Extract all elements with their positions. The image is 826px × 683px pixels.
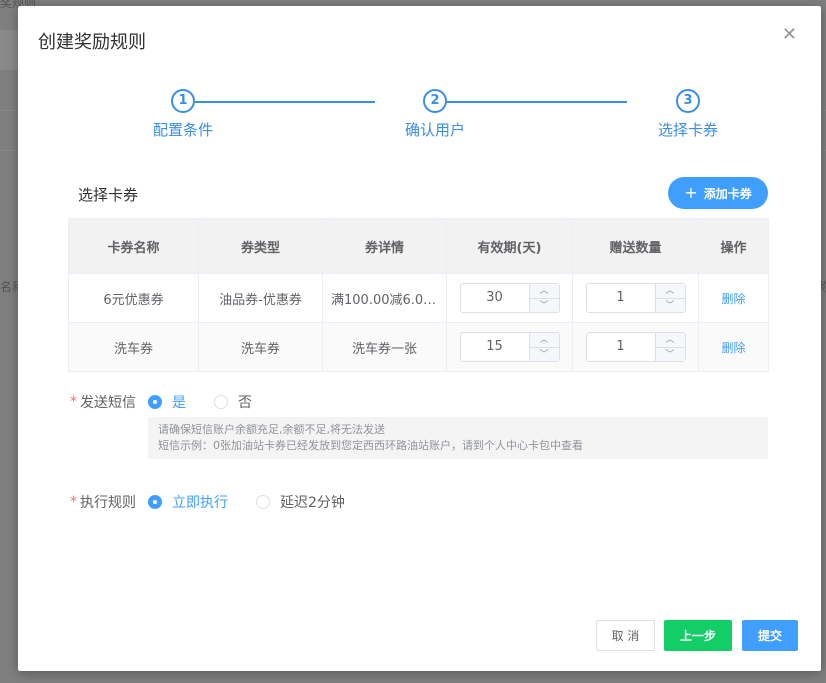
- sms-no-radio[interactable]: 否: [214, 392, 252, 412]
- radio-label: 延迟2分钟: [280, 495, 345, 511]
- send-sms-row: * 发送短信 是 否: [70, 392, 280, 412]
- stepper-arrows: ︿ ﹀: [654, 333, 685, 362]
- column-header: 操作: [698, 218, 769, 274]
- column-header: 有效期(天): [446, 218, 573, 274]
- required-asterisk: *: [70, 394, 77, 410]
- previous-step-button[interactable]: 上一步: [664, 620, 732, 651]
- coupon-table: 卡券名称 券类型 券详情 有效期(天) 赠送数量 操作 6元优惠券 油品券-优惠…: [68, 218, 769, 372]
- radio-checked-icon: [148, 495, 162, 509]
- required-asterisk: *: [70, 494, 77, 510]
- quantity-value[interactable]: 1: [587, 284, 655, 312]
- coupon-name-cell: 6元优惠券: [68, 273, 199, 323]
- step-label: 确认用户: [404, 121, 465, 139]
- radio-unchecked-icon: [214, 395, 228, 409]
- column-header: 券类型: [198, 218, 323, 274]
- radio-label: 立即执行: [172, 495, 228, 511]
- sms-note: 请确保短信账户余额充足,余额不足,将无法发送 短信示例：0张加油站卡券已经发放到…: [148, 417, 768, 459]
- column-header: 卡券名称: [68, 218, 199, 274]
- quantity-value[interactable]: 1: [587, 333, 655, 361]
- action-cell: 删除: [698, 322, 769, 372]
- validity-stepper[interactable]: 30 ︿ ﹀: [459, 283, 560, 313]
- quantity-stepper[interactable]: 1 ︿ ﹀: [585, 332, 686, 362]
- validity-value[interactable]: 15: [461, 333, 529, 361]
- stepper-arrows: ︿ ﹀: [528, 333, 559, 362]
- sms-note-line: 请确保短信账户余额充足,余额不足,将无法发送: [158, 423, 385, 436]
- coupon-detail-cell: 洗车券一张: [322, 322, 447, 372]
- chevron-up-icon[interactable]: ︿: [656, 333, 685, 347]
- coupon-type-cell: 油品券-优惠券: [198, 273, 323, 323]
- step-2: 2 确认用户: [375, 89, 495, 140]
- column-header: 赠送数量: [572, 218, 699, 274]
- add-coupon-button[interactable]: + 添加卡券: [668, 177, 768, 209]
- validity-cell: 30 ︿ ﹀: [446, 273, 573, 323]
- step-label: 选择卡券: [657, 121, 718, 139]
- radio-label: 是: [172, 395, 186, 411]
- chevron-down-icon[interactable]: ﹀: [655, 298, 685, 313]
- radio-label: 否: [238, 395, 252, 411]
- step-number: 2: [423, 89, 447, 113]
- chevron-down-icon[interactable]: ﹀: [655, 347, 685, 362]
- radio-unchecked-icon: [256, 495, 270, 509]
- dialog-title: 创建奖励规则: [38, 32, 146, 53]
- validity-value[interactable]: 30: [461, 284, 529, 312]
- execution-rule-label: 执行规则: [80, 495, 136, 511]
- delete-link[interactable]: 删除: [721, 341, 745, 355]
- stepper-arrows: ︿ ﹀: [654, 284, 685, 313]
- step-number: 3: [676, 89, 700, 113]
- quantity-stepper[interactable]: 1 ︿ ﹀: [585, 283, 686, 313]
- sms-yes-radio[interactable]: 是: [148, 392, 186, 412]
- radio-checked-icon: [148, 395, 162, 409]
- create-reward-rule-dialog: 创建奖励规则 ✕ 1 配置条件 2 确认用户 3 选择卡券 选择卡券 + 添加卡…: [18, 6, 821, 671]
- action-cell: 删除: [698, 273, 769, 323]
- plus-icon: +: [684, 183, 698, 202]
- quantity-cell: 1 ︿ ﹀: [572, 322, 699, 372]
- chevron-down-icon[interactable]: ﹀: [529, 298, 559, 313]
- table-row: 6元优惠券 油品券-优惠券 满100.00减6.00元 30 ︿ ﹀ 1 ︿ ﹀…: [68, 273, 769, 323]
- execute-now-radio[interactable]: 立即执行: [148, 492, 228, 512]
- quantity-cell: 1 ︿ ﹀: [572, 273, 699, 323]
- coupon-name-cell: 洗车券: [68, 322, 199, 372]
- execution-rule-row: * 执行规则 立即执行 延迟2分钟: [70, 492, 373, 512]
- chevron-down-icon[interactable]: ﹀: [529, 347, 559, 362]
- validity-cell: 15 ︿ ﹀: [446, 322, 573, 372]
- coupon-type-cell: 洗车券: [198, 322, 323, 372]
- close-icon[interactable]: ✕: [782, 24, 797, 45]
- table-header-row: 卡券名称 券类型 券详情 有效期(天) 赠送数量 操作: [68, 218, 769, 274]
- steps-indicator: 1 配置条件 2 确认用户 3 选择卡券: [123, 89, 718, 149]
- cancel-button[interactable]: 取 消: [596, 620, 655, 651]
- step-3: 3 选择卡券: [628, 89, 748, 140]
- delete-link[interactable]: 删除: [721, 292, 745, 306]
- add-coupon-label: 添加卡券: [703, 186, 752, 201]
- chevron-up-icon[interactable]: ︿: [656, 284, 685, 298]
- chevron-up-icon[interactable]: ︿: [530, 333, 559, 347]
- coupon-detail-cell: 满100.00减6.00元: [322, 273, 447, 323]
- chevron-up-icon[interactable]: ︿: [530, 284, 559, 298]
- send-sms-label: 发送短信: [80, 395, 136, 411]
- section-title: 选择卡券: [78, 186, 139, 204]
- column-header: 券详情: [322, 218, 447, 274]
- step-number: 1: [171, 89, 195, 113]
- validity-stepper[interactable]: 15 ︿ ﹀: [459, 332, 560, 362]
- delay-radio[interactable]: 延迟2分钟: [256, 492, 345, 512]
- table-row: 洗车券 洗车券 洗车券一张 15 ︿ ﹀ 1 ︿ ﹀ 删除: [68, 322, 769, 372]
- submit-button[interactable]: 提交: [742, 620, 798, 651]
- stepper-arrows: ︿ ﹀: [528, 284, 559, 313]
- background-panel: [0, 30, 20, 70]
- sms-note-line: 短信示例：0张加油站卡券已经发放到您定西西环路油站账户，请到个人中心卡包中查看: [158, 439, 583, 452]
- step-1: 1 配置条件: [123, 89, 243, 140]
- step-label: 配置条件: [152, 121, 213, 139]
